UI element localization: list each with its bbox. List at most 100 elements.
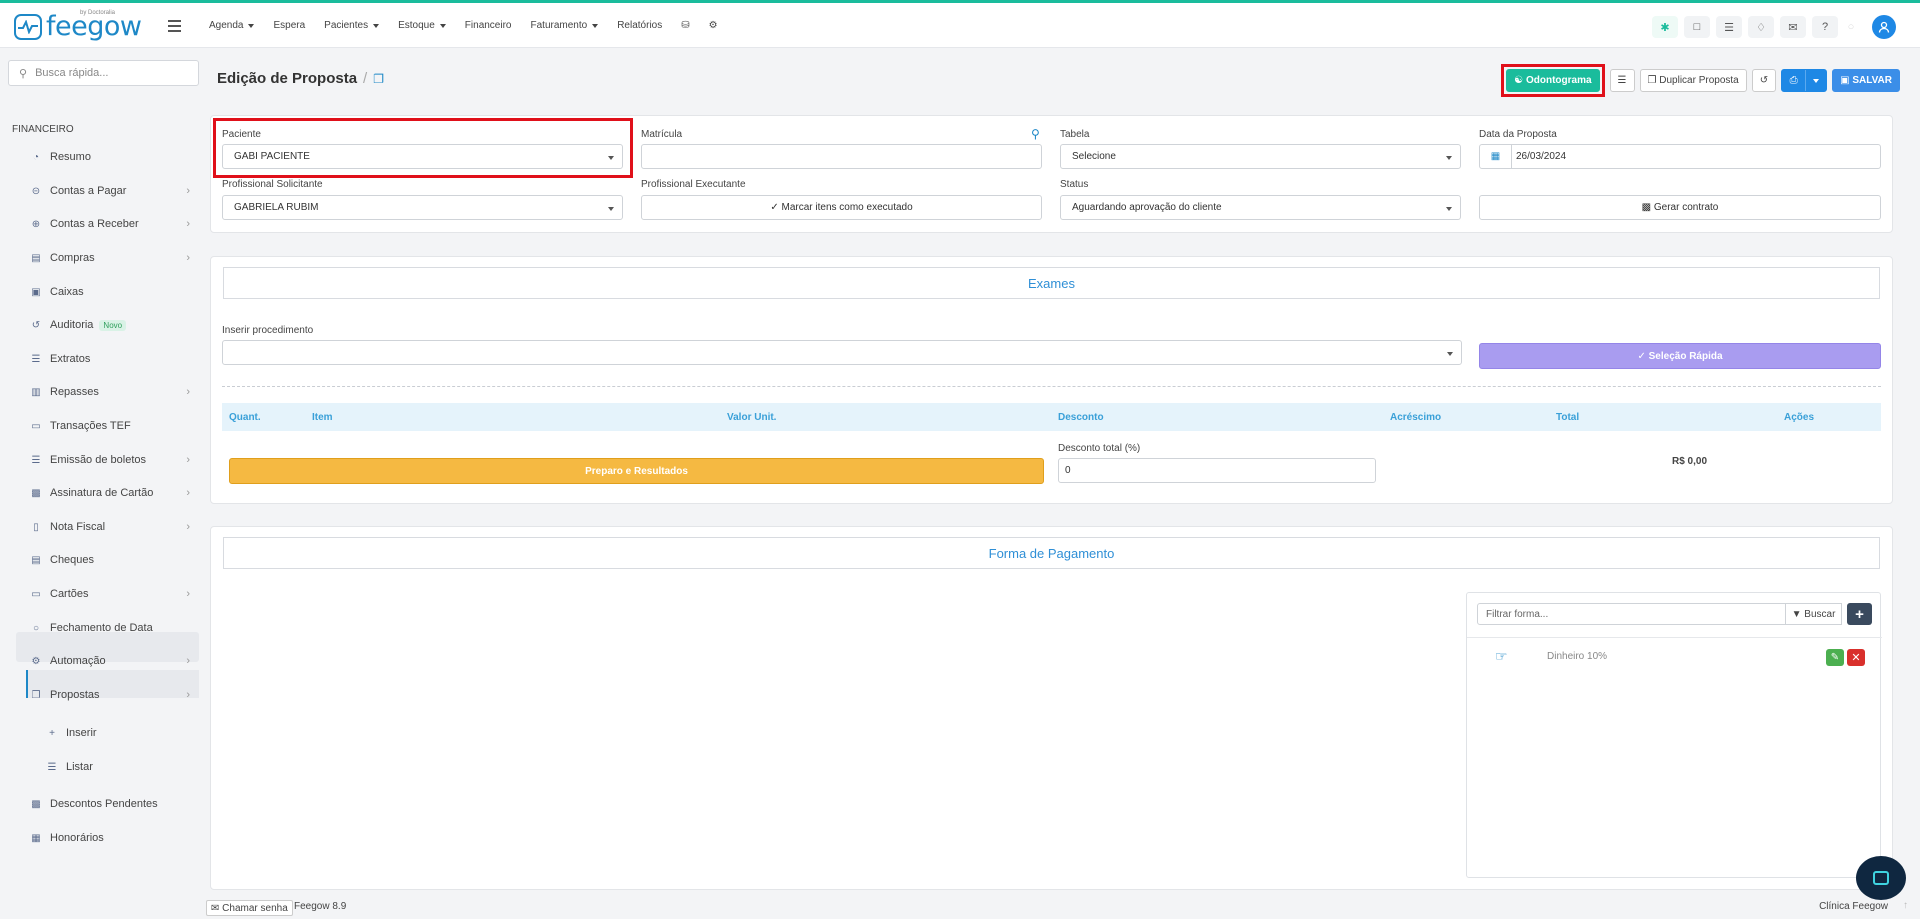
chevron-down-icon[interactable]: [1806, 78, 1826, 83]
payment-method-label: Dinheiro 10%: [1547, 651, 1608, 662]
sidebar-item-propostas[interactable]: ❐ Propostas ›: [30, 684, 190, 706]
add-payment-button[interactable]: +: [1847, 603, 1872, 625]
odontograma-highlight: ☯ Odontograma: [1501, 64, 1605, 97]
database-icon[interactable]: ⛁: [681, 20, 689, 31]
tabela-label: Tabela: [1060, 129, 1090, 140]
sidebar-item-honorarios[interactable]: ▦ Honorários: [30, 827, 190, 849]
tabela-select[interactable]: Selecione: [1060, 144, 1461, 169]
nav-agenda[interactable]: Agenda: [209, 20, 255, 31]
matricula-input[interactable]: [641, 144, 1042, 169]
chevron-right-icon: ›: [186, 689, 190, 701]
chevron-down-icon: [1446, 156, 1452, 160]
bell-icon[interactable]: ♢: [1748, 16, 1774, 38]
list-icon: ☰: [31, 353, 41, 365]
status-label: Status: [1060, 179, 1089, 190]
chat-icon: [1873, 871, 1889, 885]
help-icon[interactable]: ?: [1812, 16, 1838, 38]
data-proposta-input[interactable]: ▦ 26/03/2024: [1479, 144, 1881, 169]
chevron-right-icon: ›: [186, 454, 190, 466]
inserir-procedimento-label: Inserir procedimento: [222, 325, 314, 336]
sidebar-subitem-inserir[interactable]: + Inserir: [46, 722, 186, 744]
history-button[interactable]: ↺: [1751, 69, 1777, 92]
matricula-label: Matrícula: [641, 129, 683, 140]
sidebar-item-auditoria[interactable]: ↺ Auditoria Novo: [30, 314, 190, 336]
sidebar-item-compras[interactable]: ▤ Compras ›: [30, 247, 190, 269]
gerar-contrato-button[interactable]: ▩ Gerar contrato: [1479, 195, 1881, 220]
sidebar-subitem-listar[interactable]: ☰ Listar: [46, 756, 186, 778]
preparo-resultados-button[interactable]: Preparo e Resultados: [229, 458, 1044, 484]
sidebar-item-boletos[interactable]: ☰ Emissão de boletos ›: [30, 449, 190, 471]
sidebar-item-caixas[interactable]: ▣ Caixas: [30, 281, 190, 303]
sidebar-item-resumo[interactable]: ◔ Resumo: [30, 146, 190, 168]
chat-widget-button[interactable]: [1856, 856, 1906, 900]
print-icon[interactable]: ⎙: [1782, 70, 1807, 91]
sidebar-item-cheques[interactable]: ▤ Cheques: [30, 549, 190, 571]
selecao-rapida-button[interactable]: ✓ Seleção Rápida: [1479, 343, 1881, 369]
delete-payment-button[interactable]: ✕: [1847, 649, 1865, 666]
nav-financeiro[interactable]: Financeiro: [465, 20, 512, 31]
top-bar: feegow by Doctoralia Agenda Espera Pacie…: [0, 3, 1920, 48]
settings-icon[interactable]: ⚙: [709, 20, 718, 31]
mark-executed-button[interactable]: ✓ Marcar itens como executado: [641, 195, 1042, 220]
logo-pulse-icon: [14, 14, 42, 40]
nav-estoque[interactable]: Estoque: [398, 20, 446, 31]
chevron-right-icon: ›: [186, 252, 190, 264]
calendar-icon: ▦: [31, 832, 41, 844]
user-avatar[interactable]: [1872, 15, 1896, 39]
edit-payment-button[interactable]: ✎: [1826, 649, 1844, 666]
nav-faturamento[interactable]: Faturamento: [531, 20, 599, 31]
filter-icon: ▼: [1791, 608, 1805, 620]
credit-card-icon: ▭: [31, 588, 41, 600]
star-icon[interactable]: ✱: [1652, 16, 1678, 38]
status-select[interactable]: Aguardando aprovação do cliente: [1060, 195, 1461, 220]
hand-money-icon: ☞: [1495, 648, 1508, 664]
bullhorn-icon: ✉: [211, 902, 223, 914]
plus-icon: +: [49, 727, 55, 739]
sidebar-item-repasses[interactable]: ▥ Repasses ›: [30, 381, 190, 403]
prof-solicitante-select[interactable]: GABRIELA RUBIM: [222, 195, 623, 220]
buscar-button[interactable]: ▼ Buscar: [1786, 603, 1842, 625]
chevron-right-icon: ›: [186, 386, 190, 398]
copy-icon[interactable]: ❐: [373, 72, 384, 86]
calendar-icon[interactable]: ▦: [1480, 145, 1512, 168]
chevron-down-icon: [608, 207, 614, 211]
nav-relatorios[interactable]: Relatórios: [617, 20, 662, 31]
tasks-icon[interactable]: ☰: [1716, 16, 1742, 38]
list-view-button[interactable]: ☰: [1609, 69, 1635, 92]
desconto-total-input[interactable]: 0: [1058, 458, 1376, 483]
sidebar-item-nota-fiscal[interactable]: ▯ Nota Fiscal ›: [30, 516, 190, 538]
feegow-logo[interactable]: feegow by Doctoralia: [14, 10, 142, 40]
sidebar-item-contas-pagar[interactable]: ⊝ Contas a Pagar ›: [30, 180, 190, 202]
search-icon[interactable]: ⚲: [1031, 127, 1040, 141]
inserir-procedimento-select[interactable]: [222, 340, 1462, 365]
sidebar-item-fechamento-data[interactable]: ○ Fechamento de Data: [30, 617, 190, 639]
chat-icon[interactable]: ✉: [1780, 16, 1806, 38]
sidebar-item-transacoes-tef[interactable]: ▭ Transações TEF: [30, 415, 190, 437]
print-button[interactable]: ⎙: [1781, 69, 1828, 92]
arrow-up-icon[interactable]: ↑: [1903, 900, 1908, 911]
filter-payment-input[interactable]: Filtrar forma...: [1477, 603, 1786, 625]
duplicate-proposal-button[interactable]: ❐ Duplicar Proposta: [1639, 69, 1747, 92]
sidebar-item-extratos[interactable]: ☰ Extratos: [30, 348, 190, 370]
sidebar-item-cartoes[interactable]: ▭ Cartões ›: [30, 583, 190, 605]
nav-pacientes[interactable]: Pacientes: [324, 20, 380, 31]
top-nav: Agenda Espera Pacientes Estoque Financei…: [209, 3, 737, 48]
inbox-icon[interactable]: □: [1684, 16, 1710, 38]
save-button[interactable]: ▣ SALVAR: [1832, 69, 1900, 92]
sidebar-item-automacao[interactable]: ⚙ Automação ›: [30, 650, 190, 672]
chamar-senha-button[interactable]: ✉ Chamar senha: [206, 900, 293, 916]
money-icon: ▩: [1641, 202, 1654, 213]
history-icon: ↺: [31, 319, 41, 331]
quick-search-input[interactable]: ⚲ Busca rápida...: [8, 60, 199, 86]
dashed-divider: [222, 386, 1881, 387]
paciente-select[interactable]: GABI PACIENTE: [222, 144, 623, 169]
odontograma-button[interactable]: ☯ Odontograma: [1506, 69, 1600, 92]
chevron-right-icon: ›: [186, 218, 190, 230]
menu-toggle-icon[interactable]: [168, 20, 181, 35]
sidebar-item-descontos-pendentes[interactable]: ▩ Descontos Pendentes: [30, 793, 190, 815]
sidebar-item-contas-receber[interactable]: ⊕ Contas a Receber ›: [30, 213, 190, 235]
sidebar-item-assinatura-cartao[interactable]: ▩ Assinatura de Cartão ›: [30, 482, 190, 504]
chart-icon: ◔: [32, 151, 40, 163]
nav-espera[interactable]: Espera: [273, 20, 305, 31]
col-acoes: Ações: [1784, 412, 1815, 423]
